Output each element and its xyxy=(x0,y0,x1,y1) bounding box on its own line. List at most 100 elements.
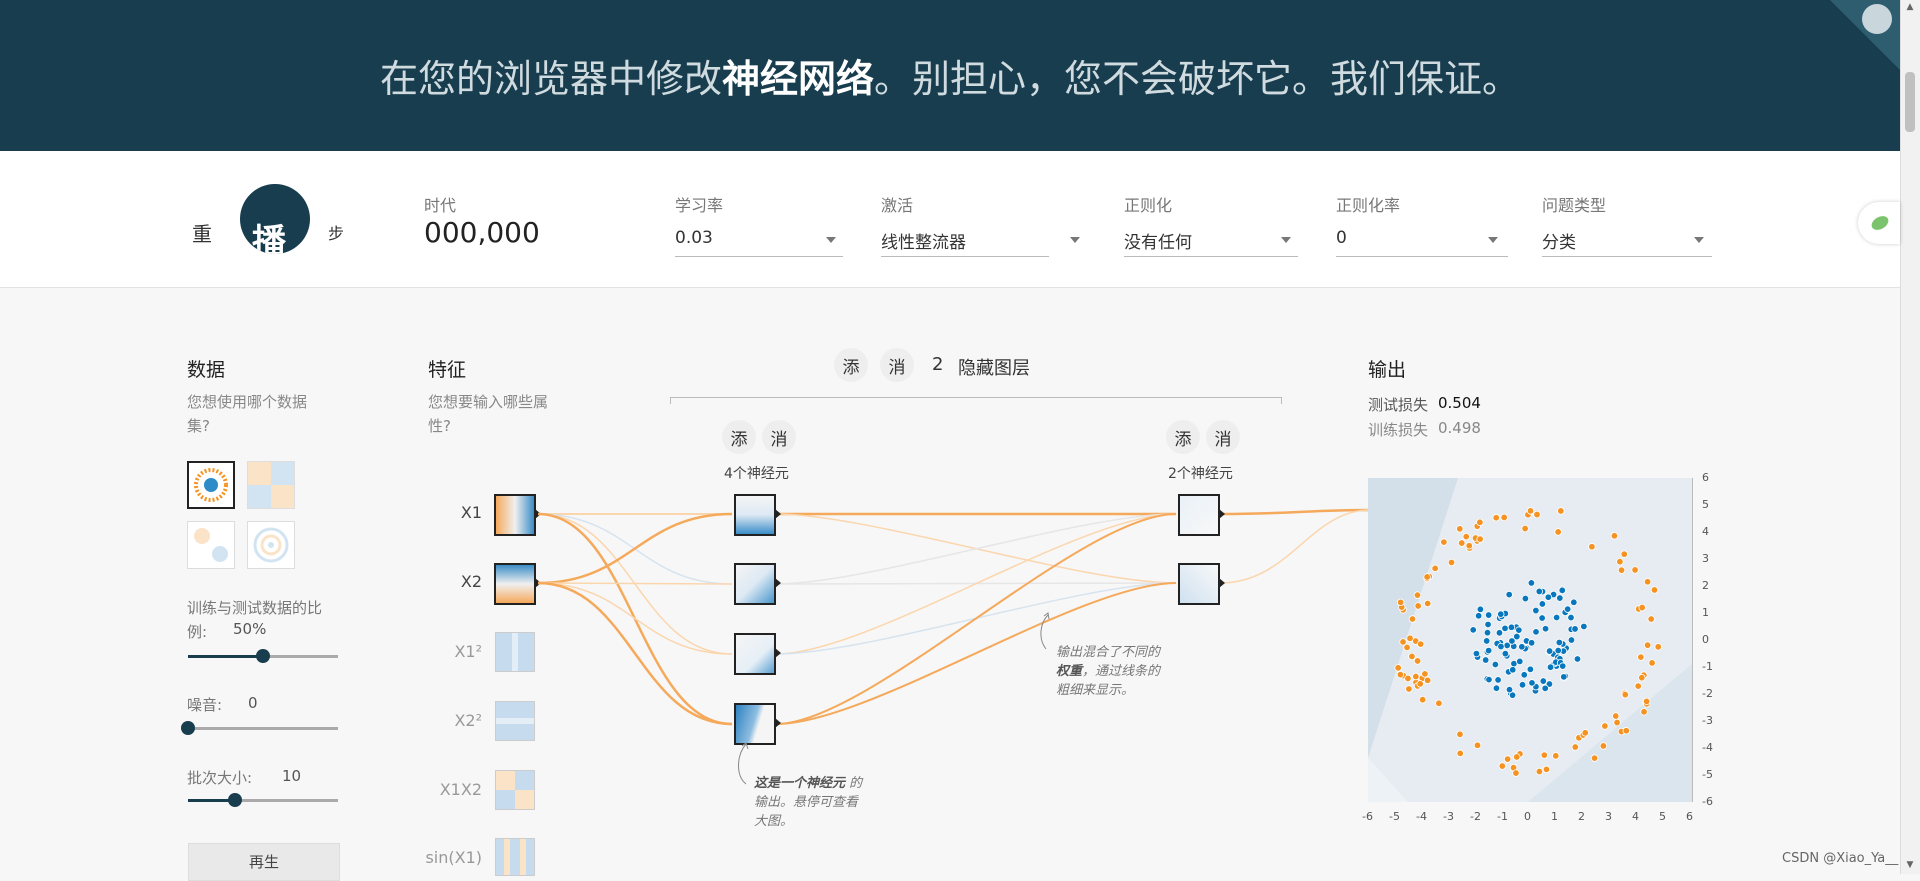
add-neuron-button-layer2[interactable]: 添 xyxy=(1166,420,1200,454)
orange-point xyxy=(1405,685,1413,693)
orange-point xyxy=(1456,525,1464,533)
y-tick-label: -5 xyxy=(1702,768,1713,781)
orange-point xyxy=(1631,566,1639,574)
blue-point xyxy=(1518,643,1526,651)
slider-knob[interactable] xyxy=(256,649,270,663)
output-plot[interactable] xyxy=(1368,478,1692,802)
y-tick-label: -6 xyxy=(1702,795,1713,808)
github-icon[interactable] xyxy=(1862,4,1892,34)
feature-x1x2[interactable] xyxy=(495,770,535,810)
blue-point xyxy=(1571,625,1579,633)
x-tick-label: -3 xyxy=(1443,810,1454,823)
reg-rate-select[interactable]: 0 xyxy=(1336,228,1347,248)
blue-point xyxy=(1482,637,1491,645)
neuron-l1-2[interactable] xyxy=(734,563,776,605)
orange-point xyxy=(1654,643,1662,651)
orange-point xyxy=(1476,535,1484,543)
feature-sin-x1[interactable] xyxy=(495,838,535,876)
orange-point xyxy=(1413,591,1422,599)
play-button[interactable]: 播 xyxy=(240,184,310,254)
note-weights: 输出混合了不同的 权重，通过线条的 粗细来显示。 xyxy=(1056,643,1196,700)
chevron-down-icon[interactable] xyxy=(1694,237,1704,243)
add-layer-button[interactable]: 添 xyxy=(834,348,868,382)
orange-point xyxy=(1617,566,1626,574)
add-neuron-button-layer1[interactable]: 添 xyxy=(722,420,756,454)
slider-fill xyxy=(188,655,263,658)
chevron-down-icon[interactable] xyxy=(1070,237,1080,243)
dataset-spiral[interactable] xyxy=(247,521,295,569)
arrow-icon xyxy=(1219,578,1225,588)
blue-point xyxy=(1515,626,1523,634)
noise-slider[interactable] xyxy=(181,721,338,735)
x-tick-label: -5 xyxy=(1389,810,1400,823)
remove-layer-button[interactable]: 消 xyxy=(880,348,914,382)
batch-label: 批次大小: xyxy=(187,769,253,787)
feature-x2-squared[interactable] xyxy=(495,701,535,741)
blue-point xyxy=(1535,587,1543,596)
blue-point xyxy=(1527,579,1536,587)
chevron-down-icon[interactable] xyxy=(826,237,836,243)
dataset-circle[interactable] xyxy=(187,461,235,509)
title-suffix: 。别担心，您不会破坏它。我们保证。 xyxy=(874,57,1521,101)
orange-point xyxy=(1476,518,1484,527)
dataset-gaussian[interactable] xyxy=(187,521,235,569)
orange-point xyxy=(1503,755,1512,763)
blue-point xyxy=(1545,647,1554,655)
neuron-l1-1[interactable] xyxy=(734,494,776,536)
orange-point xyxy=(1638,673,1646,682)
step-button[interactable]: 步 xyxy=(328,220,362,244)
orange-point xyxy=(1557,507,1565,515)
noise-label: 噪音: xyxy=(187,696,223,714)
noise-value: 0 xyxy=(248,694,258,712)
play-label: 播 xyxy=(252,222,286,254)
blue-point xyxy=(1552,613,1561,622)
remove-neuron-button-layer1[interactable]: 消 xyxy=(762,420,796,454)
blue-point xyxy=(1505,590,1513,599)
blue-point xyxy=(1580,622,1588,631)
scrollbar-thumb[interactable] xyxy=(1905,72,1915,132)
orange-point xyxy=(1465,542,1473,550)
orange-point xyxy=(1533,510,1541,519)
orange-point xyxy=(1620,550,1628,558)
note-neuron-bold: 这是一个神经元 xyxy=(754,776,846,791)
feature-x1-squared[interactable] xyxy=(495,632,535,672)
layer1-neuron-count: 4个神经元 xyxy=(724,466,789,482)
dataset-xor[interactable] xyxy=(247,461,295,509)
slider-knob[interactable] xyxy=(181,721,195,735)
chevron-down-icon[interactable] xyxy=(1488,237,1498,243)
test-loss-label: 测试损失 xyxy=(1368,396,1429,414)
regenerate-button[interactable]: 再生 xyxy=(188,843,340,881)
blue-point xyxy=(1472,649,1481,658)
blue-point xyxy=(1526,665,1535,674)
blue-point xyxy=(1541,684,1549,693)
chevron-down-icon[interactable] xyxy=(1281,237,1291,243)
scroll-up-icon[interactable]: ▲ xyxy=(1903,0,1917,14)
neuron-l2-1[interactable] xyxy=(1178,494,1220,536)
data-title: 数据 xyxy=(187,359,226,381)
activation-select[interactable]: 线性整流器 xyxy=(881,228,966,253)
orange-point xyxy=(1416,640,1425,648)
reset-button[interactable]: 重 xyxy=(192,218,226,247)
connection-line xyxy=(1219,509,1371,584)
problem-type-select[interactable]: 分类 xyxy=(1542,228,1576,253)
side-extension-tab[interactable] xyxy=(1858,202,1900,244)
features-title: 特征 xyxy=(428,359,467,381)
learning-rate-select[interactable]: 0.03 xyxy=(675,228,713,248)
regularization-label: 正则化 xyxy=(1124,196,1173,215)
regularization-select[interactable]: 没有任何 xyxy=(1124,228,1192,253)
slider-track[interactable] xyxy=(188,727,338,730)
output-heatmap xyxy=(1368,478,1692,802)
neuron-l1-3[interactable] xyxy=(734,633,776,675)
neuron-l1-4[interactable] xyxy=(734,703,776,745)
blue-point xyxy=(1494,676,1502,684)
ratio-slider[interactable] xyxy=(188,649,338,663)
remove-neuron-button-layer2[interactable]: 消 xyxy=(1206,420,1240,454)
note-neuron: 这是一个神经元 的 输出。悬停可查看 大图。 xyxy=(754,774,894,831)
blue-point xyxy=(1544,593,1553,601)
slider-knob[interactable] xyxy=(227,793,242,807)
scroll-down-icon[interactable]: ▼ xyxy=(1903,858,1917,872)
orange-point xyxy=(1435,699,1443,707)
network-connections xyxy=(537,508,1371,726)
neuron-l2-2[interactable] xyxy=(1178,563,1220,605)
batch-slider[interactable] xyxy=(188,793,338,807)
